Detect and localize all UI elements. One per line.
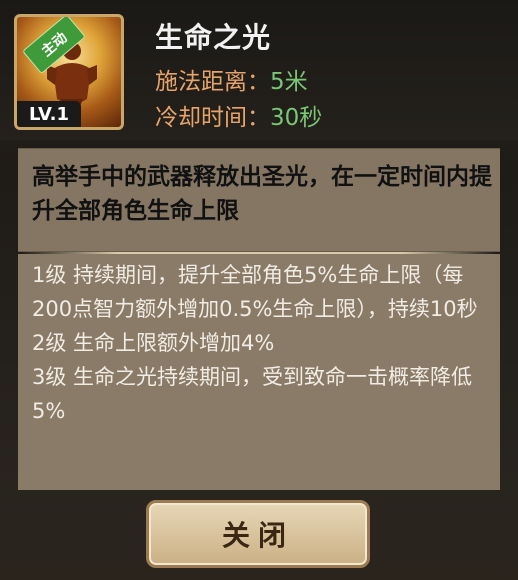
cooldown-label: 冷却时间：	[155, 105, 270, 131]
cast-range-label: 施法距离：	[155, 69, 270, 95]
cast-range-row: 施法距离：5米	[155, 62, 308, 96]
cast-range-value: 5米	[270, 69, 308, 95]
skill-level-badge: LV.1	[17, 101, 81, 127]
cooldown-row: 冷却时间：30秒	[155, 98, 322, 132]
level-details: 1级 持续期间，提升全部角色5%生命上限（每200点智力额外增加0.5%生命上限…	[32, 258, 484, 428]
close-button[interactable]: 关闭	[146, 500, 370, 568]
skill-name: 生命之光	[155, 21, 272, 54]
level-detail-line: 1级 持续期间，提升全部角色5%生命上限（每200点智力额外增加0.5%生命上限…	[32, 263, 478, 321]
skill-description: 高举手中的武器释放出圣光，在一定时间内提升全部角色生命上限	[32, 164, 492, 224]
skill-icon: 主动 LV.1	[14, 14, 124, 130]
level-detail-line: 3级 生命之光持续期间，受到致命一击概率降低5%	[32, 365, 473, 423]
level-detail-line: 2级 生命上限额外增加4%	[32, 331, 275, 355]
skill-info-panel: 主动 LV.1 生命之光 施法距离：5米 冷却时间：30秒 高举手中的武器释放出…	[0, 0, 518, 580]
cooldown-value: 30秒	[270, 105, 323, 131]
